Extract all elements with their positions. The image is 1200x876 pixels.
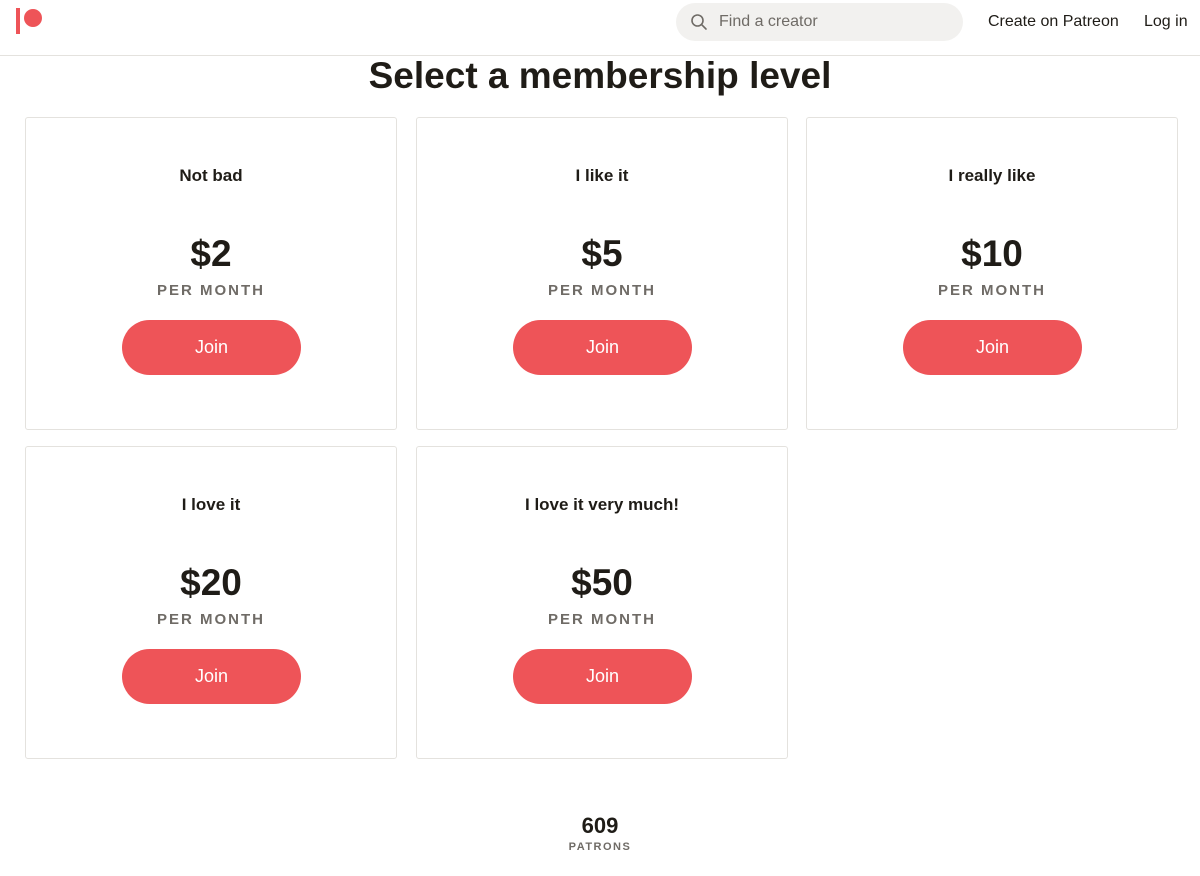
join-button[interactable]: Join	[513, 320, 692, 375]
logo-circle	[24, 9, 42, 27]
tier-name: I like it	[575, 166, 629, 185]
search-input[interactable]	[719, 3, 949, 41]
tier-name: I love it	[181, 495, 241, 514]
join-button[interactable]: Join	[122, 320, 301, 375]
logo-bar	[16, 8, 20, 34]
patron-count-block: 609 PATRONS	[0, 813, 1200, 855]
tier-card: Not bad $2 PER MONTH Join	[25, 117, 397, 430]
tier-name: I love it very much!	[525, 495, 679, 514]
log-in-link[interactable]: Log in	[1144, 12, 1188, 32]
tier-period: PER MONTH	[157, 282, 265, 299]
top-navigation-bar: Create on Patreon Log in	[0, 0, 1200, 56]
tier-period: PER MONTH	[157, 611, 265, 628]
tier-name: Not bad	[179, 166, 243, 185]
tier-card: I like it $5 PER MONTH Join	[416, 117, 788, 430]
tier-price: $50	[571, 562, 633, 603]
join-button[interactable]: Join	[513, 649, 692, 704]
patron-label: PATRONS	[568, 841, 632, 853]
tier-card: I love it $20 PER MONTH Join	[25, 446, 397, 759]
tier-period: PER MONTH	[548, 282, 656, 299]
join-button[interactable]: Join	[122, 649, 301, 704]
join-button[interactable]: Join	[903, 320, 1082, 375]
tier-name: I really like	[948, 166, 1036, 185]
tier-card: I really like $10 PER MONTH Join	[806, 117, 1178, 430]
tier-price: $10	[961, 233, 1023, 274]
tier-price: $2	[190, 233, 232, 274]
search-icon	[690, 13, 708, 31]
tier-price: $20	[180, 562, 242, 603]
tier-card: I love it very much! $50 PER MONTH Join	[416, 446, 788, 759]
create-on-patreon-link[interactable]: Create on Patreon	[988, 12, 1119, 32]
patron-count: 609	[581, 813, 619, 838]
tier-period: PER MONTH	[938, 282, 1046, 299]
tier-price: $5	[581, 233, 623, 274]
patreon-logo-icon[interactable]	[16, 8, 44, 34]
page-title: Select a membership level	[368, 55, 832, 96]
search-box[interactable]	[676, 3, 963, 41]
tier-period: PER MONTH	[548, 611, 656, 628]
